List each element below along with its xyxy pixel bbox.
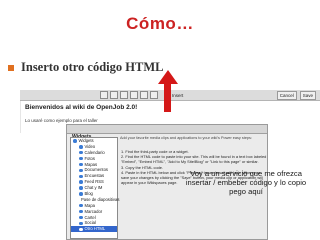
page-heading: Bienvenidos al wiki de OpenJob 2.0! (25, 104, 138, 111)
widget-item-label: Otro HTML (84, 226, 106, 232)
bullet-text: Inserto otro código HTML (21, 60, 164, 74)
widget-type-icon (79, 145, 83, 149)
insert-label: Insert (172, 92, 184, 98)
widget-type-icon (79, 186, 83, 190)
widget-type-icon (79, 203, 83, 208)
widget-type-icon (79, 221, 83, 226)
cancel-button[interactable]: Cancel (276, 91, 297, 100)
bold-icon[interactable] (100, 91, 108, 99)
link-icon[interactable] (150, 91, 158, 99)
bullet-marker (8, 64, 14, 71)
callout-annotation: Voy a un servicio que me ofrezca inserta… (178, 166, 314, 198)
widget-type-icon (79, 180, 83, 184)
dialog-subtitle: Add your favorite media clips and applic… (120, 136, 252, 140)
widget-type-icon (79, 174, 83, 179)
widget-type-icon (79, 156, 83, 161)
dialog-header: Widgets (67, 125, 267, 140)
widget-type-icon (79, 215, 83, 220)
editor-actions: Cancel Save (276, 91, 316, 100)
callout-text: Voy a un servicio que me ofrezca inserta… (185, 168, 307, 196)
bullet-row: Inserto otro código HTML (8, 60, 163, 75)
instruction-step: 1. Find the third-party code or a widget… (121, 149, 189, 154)
widget-type-icon (73, 139, 77, 143)
widget-type-icon (79, 192, 83, 196)
save-button[interactable]: Save (299, 91, 316, 100)
underline-icon[interactable] (120, 91, 128, 99)
widget-type-icon (79, 168, 83, 173)
widget-type-icon (79, 150, 83, 155)
red-arrow-shaft-icon (164, 82, 171, 112)
list-icon[interactable] (140, 91, 148, 99)
color-icon[interactable] (130, 91, 138, 99)
widget-item-selected[interactable]: Otro HTML (71, 226, 117, 233)
slide-title: Cómo… (126, 14, 194, 33)
widget-type-icon (79, 227, 83, 232)
widget-list: Widgets Video Calendario Fotos Mapas Doc… (70, 137, 119, 239)
page-body-text: Lo usaré como ejemplo para el taller (25, 118, 98, 123)
instruction-step: 2. Find the HTML code to paste into your… (121, 154, 267, 165)
widget-type-icon (79, 162, 83, 167)
widget-type-icon (79, 209, 83, 214)
italic-icon[interactable] (110, 91, 118, 99)
